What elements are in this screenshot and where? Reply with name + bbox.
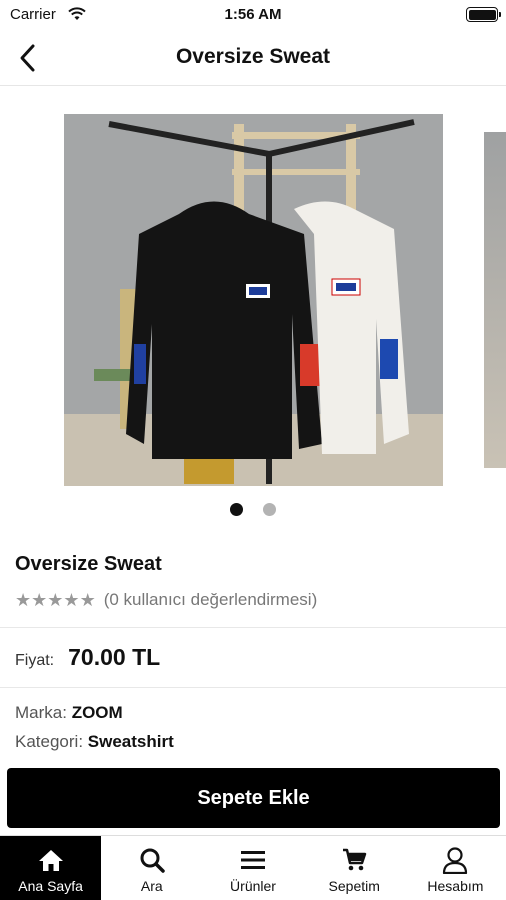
star-icon: ★ [63,590,80,610]
home-icon [37,846,65,874]
image-carousel[interactable] [0,87,506,527]
tab-label: Hesabım [427,878,484,894]
tab-bar: Ana Sayfa Ara Ürünler Sepetim Hesabım [0,835,506,900]
page-title: Oversize Sweat [175,45,331,68]
brand-row: Marka: ZOOM [15,703,123,723]
product-title: Oversize Sweat [15,553,162,575]
divider [0,687,506,688]
hoodie-photo [64,114,443,486]
tab-label: Sepetim [328,878,380,894]
price-row: Fiyat: 70.00 TL [15,644,160,671]
tab-label: Ana Sayfa [18,878,83,894]
price-label: Fiyat: [15,652,55,669]
cart-icon [340,846,368,874]
product-image[interactable] [64,114,443,486]
status-bar: Carrier 1:56 AM [0,0,506,30]
tab-account[interactable]: Hesabım [405,836,506,900]
category-row: Kategori: Sweatshirt [15,732,174,752]
divider [0,627,506,628]
battery-icon [466,7,501,22]
category-label: Kategori: [15,732,84,751]
star-rating: ★ ★ ★ ★ ★ [15,590,96,610]
pagination-dot[interactable] [263,503,276,516]
star-icon: ★ [79,590,96,610]
next-product-image[interactable] [484,132,506,468]
star-icon: ★ [15,590,32,610]
category-value: Sweatshirt [87,732,174,751]
status-time: 1:56 AM [224,6,282,23]
rating-row: ★ ★ ★ ★ ★ (0 kullanıcı değerlendirmesi) [15,590,317,610]
star-icon: ★ [31,590,48,610]
search-icon [138,846,166,874]
tab-products[interactable]: Ürünler [202,836,303,900]
pagination-dot-active[interactable] [230,503,243,516]
tab-label: Ürünler [230,878,276,894]
tab-cart[interactable]: Sepetim [304,836,405,900]
tab-label: Ara [140,878,163,894]
tab-home[interactable]: Ana Sayfa [0,836,102,900]
star-icon: ★ [47,590,64,610]
brand-value: ZOOM [71,703,123,722]
price-value: 70.00 TL [68,644,161,670]
rating-count: (0 kullanıcı değerlendirmesi) [103,590,318,609]
tab-search[interactable]: Ara [101,836,202,900]
carousel-pagination [0,503,506,517]
menu-icon [239,846,267,874]
user-icon [441,846,469,874]
brand-label: Marka: [15,703,67,722]
add-to-cart-button[interactable]: Sepete Ekle [7,768,500,828]
navigation-bar: Oversize Sweat [0,30,506,86]
